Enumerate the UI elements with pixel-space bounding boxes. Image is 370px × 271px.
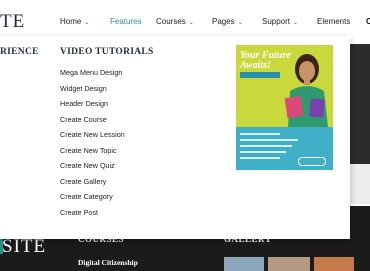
menu-item-create-gallery[interactable]: Create Gallery bbox=[60, 174, 125, 190]
gallery-thumbnail[interactable] bbox=[268, 257, 310, 271]
nav-label: Elements bbox=[317, 17, 351, 26]
promo-text-line bbox=[240, 139, 298, 141]
mega-menu-column-heading: RIENCE bbox=[0, 47, 39, 57]
nav-item-support[interactable]: Support ⌄ bbox=[262, 17, 298, 26]
footer-course-link[interactable]: Digital Citizenship bbox=[78, 258, 138, 267]
promo-banner[interactable]: Your Future Awaits! bbox=[236, 45, 333, 170]
menu-item-widget-design[interactable]: Widget Design bbox=[60, 81, 125, 97]
promo-text-line bbox=[240, 133, 280, 135]
student-photo bbox=[284, 54, 328, 127]
nav-label: Courses bbox=[156, 17, 186, 26]
promo-text-line bbox=[240, 157, 280, 159]
nav-item-cut[interactable]: C bbox=[366, 17, 370, 26]
promo-tag bbox=[240, 72, 280, 78]
video-tutorials-heading: VIDEO TUTORIALS bbox=[60, 47, 154, 57]
gallery-thumbnail[interactable] bbox=[224, 257, 264, 271]
nav-item-home[interactable]: Home ⌄ bbox=[60, 17, 89, 26]
gallery-thumbnail[interactable] bbox=[314, 257, 354, 271]
menu-item-create-post[interactable]: Create Post bbox=[60, 205, 125, 221]
menu-item-header-design[interactable]: Header Design bbox=[60, 96, 125, 112]
nav-item-pages[interactable]: Pages ⌄ bbox=[212, 17, 243, 26]
chevron-down-icon: ⌄ bbox=[188, 20, 194, 26]
chevron-down-icon: ⌄ bbox=[84, 20, 90, 26]
promo-text-line bbox=[240, 151, 286, 153]
menu-item-create-new-lession[interactable]: Create New Lession bbox=[60, 127, 125, 143]
menu-item-create-course[interactable]: Create Course bbox=[60, 112, 125, 128]
page-section-background bbox=[350, 164, 370, 204]
menu-item-create-new-quiz[interactable]: Create New Quiz bbox=[60, 158, 125, 174]
promo-text-line bbox=[240, 145, 292, 147]
menu-item-create-new-topic[interactable]: Create New Topic bbox=[60, 143, 125, 159]
video-tutorials-list: Mega Menu Design Widget Design Header De… bbox=[60, 65, 125, 220]
chevron-down-icon: ⌄ bbox=[293, 20, 299, 26]
nav-label: Pages bbox=[212, 17, 235, 26]
nav-item-features[interactable]: Features bbox=[110, 17, 142, 26]
page-hero-background bbox=[350, 44, 370, 164]
footer-logo[interactable]: SITE bbox=[2, 236, 46, 258]
site-logo[interactable]: TE bbox=[0, 11, 25, 33]
nav-item-courses[interactable]: Courses ⌄ bbox=[156, 17, 194, 26]
promo-banner-bottom bbox=[236, 127, 333, 170]
nav-label: Features bbox=[110, 17, 142, 26]
promo-button[interactable] bbox=[298, 157, 326, 166]
menu-item-create-category[interactable]: Create Category bbox=[60, 189, 125, 205]
chevron-down-icon: ⌄ bbox=[237, 20, 243, 26]
nav-item-elements[interactable]: Elements bbox=[317, 17, 350, 26]
menu-item-mega-menu-design[interactable]: Mega Menu Design bbox=[60, 65, 125, 81]
nav-label: Support bbox=[262, 17, 291, 26]
nav-label: Home bbox=[60, 17, 82, 26]
